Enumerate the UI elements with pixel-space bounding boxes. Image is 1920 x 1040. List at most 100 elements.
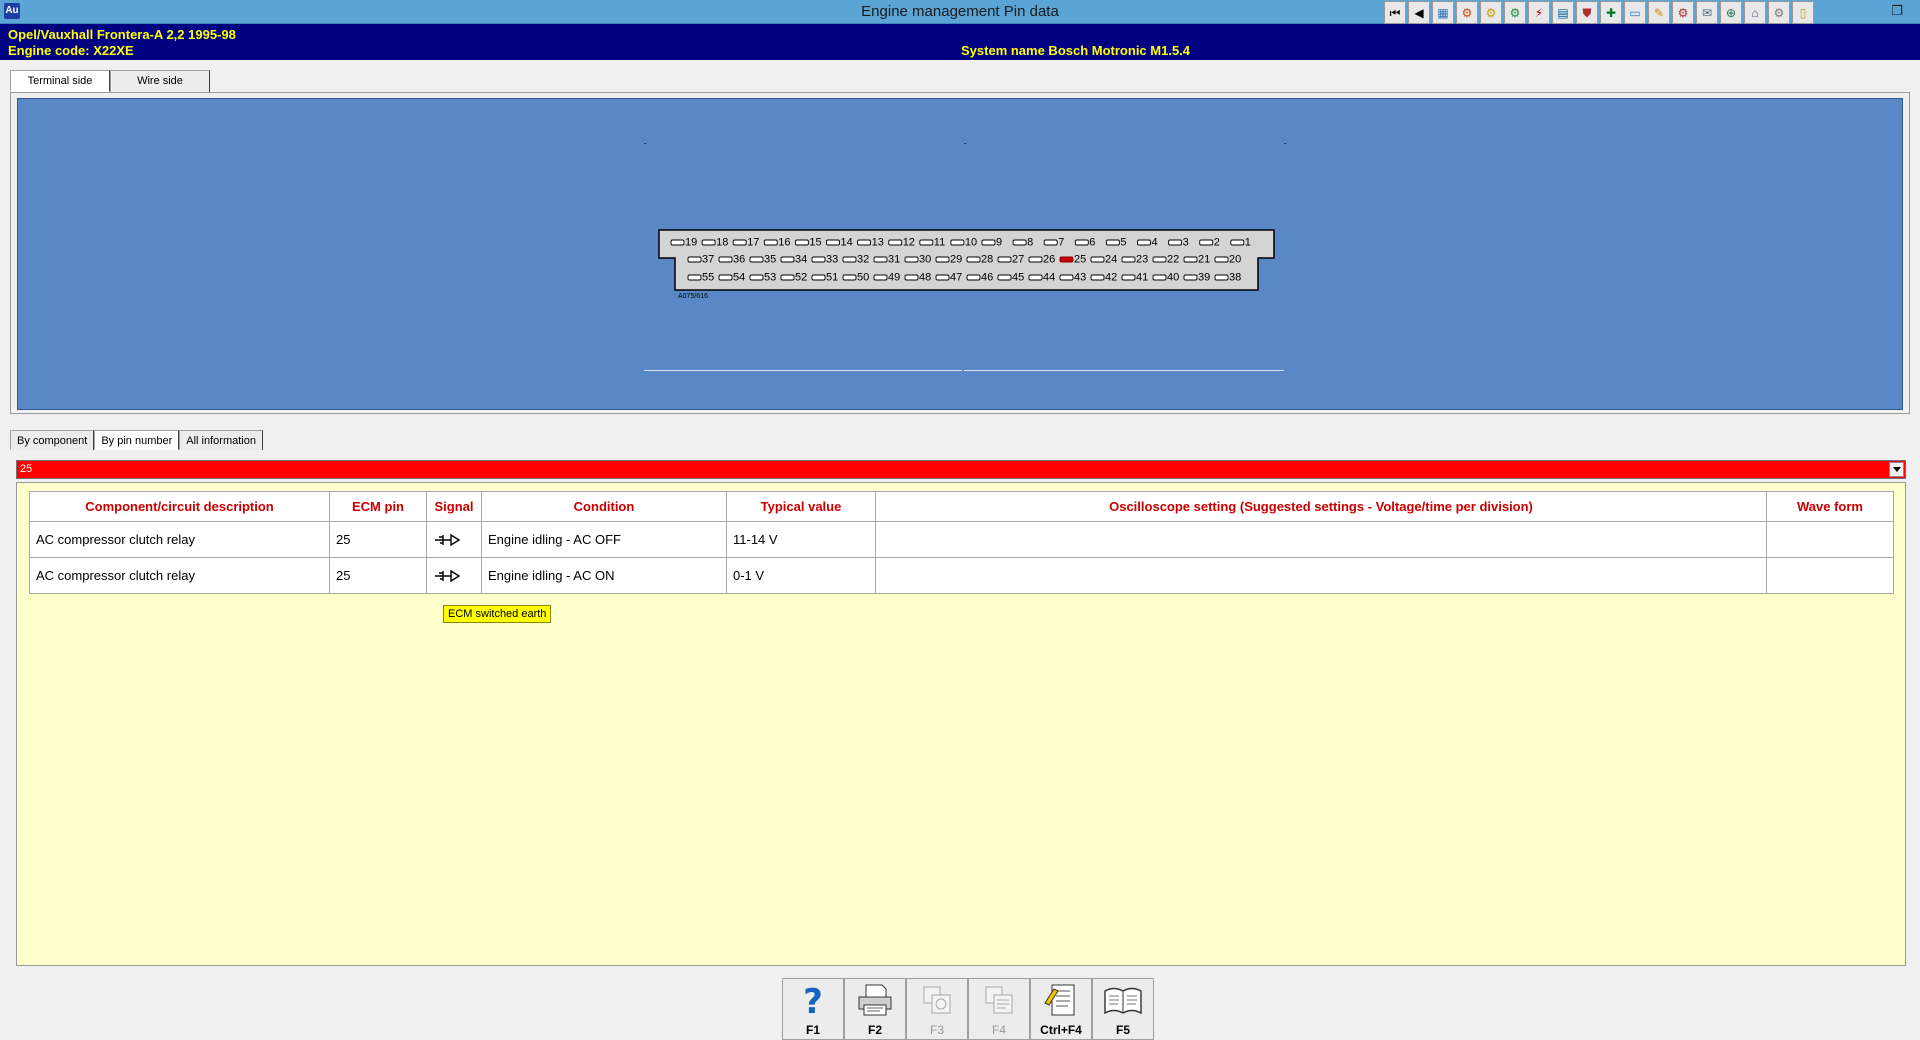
pin-slot-19[interactable] <box>670 239 685 246</box>
pin-slot-44[interactable] <box>1028 274 1043 281</box>
tool-icon-8[interactable]: ✚ <box>1600 1 1622 24</box>
pin-slot-17[interactable] <box>732 239 747 246</box>
pin-slot-29[interactable] <box>935 256 950 263</box>
pin-slot-46[interactable] <box>966 274 981 281</box>
pin-slot-30[interactable] <box>904 256 919 263</box>
pin-slot-9[interactable] <box>981 239 996 246</box>
pin-slot-45[interactable] <box>997 274 1012 281</box>
pin-slot-25[interactable] <box>1059 256 1074 263</box>
tool-icon-3[interactable]: ⚙ <box>1480 1 1502 24</box>
pin-slot-14[interactable] <box>826 239 840 246</box>
pin-slot-13[interactable] <box>857 239 872 246</box>
pin-number-label: 5 <box>1120 237 1126 249</box>
pin-number-label: 45 <box>1012 272 1024 284</box>
pin-slot-51[interactable] <box>811 274 826 281</box>
tool-icon-14[interactable]: ⌂ <box>1744 1 1766 24</box>
pin-slot-27[interactable] <box>997 256 1012 263</box>
pin-slot-8[interactable] <box>1012 239 1027 246</box>
tool-icon-7[interactable]: ⛊ <box>1576 1 1598 24</box>
tool-icon-10[interactable]: ✎ <box>1648 1 1670 24</box>
tab-by-pin-number[interactable]: By pin number <box>94 430 180 450</box>
pin-slot-21[interactable] <box>1183 256 1198 263</box>
print-preview-button[interactable]: F3 <box>906 978 968 1040</box>
switched-earth-icon[interactable] <box>433 568 461 584</box>
pin-slot-47[interactable] <box>935 274 950 281</box>
copy-button[interactable]: F4 <box>968 978 1030 1040</box>
table-row[interactable]: AC compressor clutch relay 25 Engine idl… <box>29 521 1894 558</box>
tab-by-component[interactable]: By component <box>10 430 95 450</box>
restore-window-icon[interactable]: ❐ <box>1874 0 1920 22</box>
pin-number-dropdown[interactable]: 25 <box>16 460 1906 479</box>
pin-slot-22[interactable] <box>1152 256 1167 263</box>
tool-icon-12[interactable]: ✉ <box>1696 1 1718 24</box>
pin-slot-11[interactable] <box>919 239 934 246</box>
table-row[interactable]: AC compressor clutch relay 25 Engine idl… <box>29 557 1894 594</box>
tool-icon-15[interactable]: ⚙ <box>1768 1 1790 24</box>
pin-slot-23[interactable] <box>1121 256 1136 263</box>
first-page-icon[interactable]: ⏮ <box>1384 1 1406 24</box>
tool-icon-6[interactable]: ▤ <box>1552 1 1574 24</box>
pin-slot-2[interactable] <box>1199 239 1214 246</box>
pin-slot-6[interactable] <box>1074 239 1089 246</box>
cell-wave-form[interactable] <box>1766 521 1894 558</box>
pin-slot-40[interactable] <box>1152 274 1167 281</box>
pin-slot-43[interactable] <box>1059 274 1074 281</box>
tool-icon-11[interactable]: ⚙ <box>1672 1 1694 24</box>
pin-slot-26[interactable] <box>1028 256 1043 263</box>
pin-slot-52[interactable] <box>780 274 795 281</box>
pin-slot-18[interactable] <box>701 239 716 246</box>
pin-slot-32[interactable] <box>842 256 857 263</box>
printer-icon <box>858 984 892 1016</box>
pin-slot-1[interactable] <box>1230 239 1245 246</box>
diagram-tab-strip: Terminal side Wire side <box>10 70 210 92</box>
pin-slot-4[interactable] <box>1137 239 1151 246</box>
pin-slot-50[interactable] <box>842 274 857 281</box>
pin-slot-42[interactable] <box>1090 274 1105 281</box>
pin-slot-15[interactable] <box>794 239 809 246</box>
pin-slot-3[interactable] <box>1168 239 1183 246</box>
pin-slot-53[interactable] <box>749 274 764 281</box>
pin-slot-20[interactable] <box>1214 256 1229 263</box>
manual-button[interactable]: F5 <box>1092 978 1154 1040</box>
pin-number-label: 16 <box>778 237 790 249</box>
pin-slot-55[interactable] <box>687 274 702 281</box>
fkey-label: F1 <box>805 1023 820 1037</box>
pin-slot-39[interactable] <box>1183 274 1198 281</box>
tool-icon-5[interactable]: ⚡ <box>1528 1 1550 24</box>
tool-icon-1[interactable]: ▦ <box>1432 1 1454 24</box>
pin-slot-12[interactable] <box>888 239 903 246</box>
pin-slot-16[interactable] <box>763 239 778 246</box>
pin-slot-37[interactable] <box>687 256 702 263</box>
help-button[interactable]: ? F1 <box>782 978 844 1040</box>
switched-earth-icon[interactable] <box>433 532 461 548</box>
pin-number-label: 50 <box>857 272 869 284</box>
pin-slot-34[interactable] <box>780 256 795 263</box>
pin-slot-48[interactable] <box>904 274 919 281</box>
notes-button[interactable]: Ctrl+F4 <box>1030 978 1092 1040</box>
pin-slot-38[interactable] <box>1214 274 1229 281</box>
tool-icon-16[interactable]: ▯ <box>1792 1 1814 24</box>
tab-wire-side[interactable]: Wire side <box>110 70 210 92</box>
pin-slot-54[interactable] <box>718 274 733 281</box>
tab-all-information[interactable]: All information <box>179 430 263 450</box>
pin-slot-5[interactable] <box>1105 239 1120 246</box>
tool-icon-9[interactable]: ▭ <box>1624 1 1646 24</box>
chevron-down-icon[interactable] <box>1889 462 1904 477</box>
tool-icon-2[interactable]: ⚙ <box>1456 1 1478 24</box>
back-icon[interactable]: ◀ <box>1408 1 1430 24</box>
pin-slot-33[interactable] <box>811 256 826 263</box>
pin-slot-7[interactable] <box>1043 239 1058 246</box>
pin-slot-35[interactable] <box>749 256 764 263</box>
pin-slot-24[interactable] <box>1090 256 1105 263</box>
pin-slot-49[interactable] <box>873 274 888 281</box>
tab-terminal-side[interactable]: Terminal side <box>10 70 110 92</box>
tool-icon-13[interactable]: ⊕ <box>1720 1 1742 24</box>
pin-slot-28[interactable] <box>966 256 981 263</box>
pin-slot-10[interactable] <box>950 239 965 246</box>
pin-slot-31[interactable] <box>873 256 888 263</box>
cell-wave-form[interactable] <box>1766 557 1894 594</box>
print-button[interactable]: F2 <box>844 978 906 1040</box>
pin-slot-41[interactable] <box>1121 274 1136 281</box>
pin-slot-36[interactable] <box>718 256 733 263</box>
tool-icon-4[interactable]: ⚙ <box>1504 1 1526 24</box>
